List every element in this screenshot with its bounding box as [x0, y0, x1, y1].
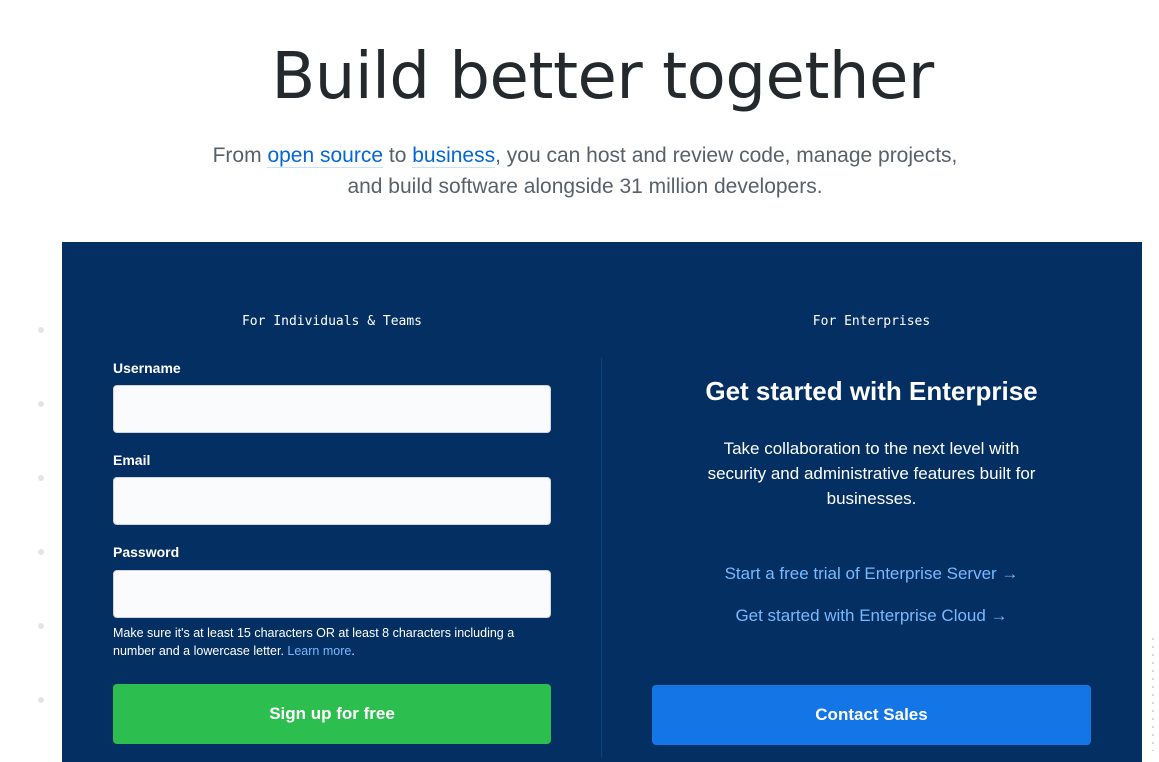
hero-sub-line2: and build software alongside 31 million …	[347, 175, 823, 198]
decorative-dot	[38, 623, 44, 629]
enterprise-server-trial-link[interactable]: Start a free trial of Enterprise Server …	[652, 564, 1091, 584]
hero-sub-from: From	[212, 144, 268, 167]
enterprise-cloud-link[interactable]: Get started with Enterprise Cloud →	[652, 606, 1091, 626]
enterprises-heading: For Enterprises	[812, 314, 931, 329]
username-label: Username	[113, 360, 181, 376]
password-label: Password	[113, 544, 180, 560]
password-hint: Make sure it's at least 15 characters OR…	[113, 624, 533, 660]
signup-panel: For Individuals & Teams For Enterprises …	[62, 242, 1142, 762]
password-hint-end: .	[351, 644, 355, 658]
enterprise-title: Get started with Enterprise	[705, 376, 1038, 406]
contact-sales-button[interactable]: Contact Sales	[652, 685, 1091, 745]
individuals-heading: For Individuals & Teams	[241, 314, 422, 329]
decorative-dot	[38, 697, 44, 703]
hero-title: Build better together	[271, 40, 934, 114]
email-input[interactable]	[113, 477, 551, 525]
decorative-dot	[38, 327, 44, 333]
decorative-dot-pattern	[1150, 635, 1156, 751]
learn-more-link[interactable]: Learn more	[287, 644, 351, 658]
username-input[interactable]	[113, 385, 551, 433]
password-input[interactable]	[113, 570, 551, 618]
hero-subtitle: From open source to business, you can ho…	[185, 140, 985, 202]
open-source-link[interactable]: open source	[267, 144, 384, 168]
enterprise-description: Take collaboration to the next level wit…	[707, 439, 1036, 508]
hero-sub-rest: , you can host and review code, manage p…	[495, 144, 958, 167]
column-divider	[601, 358, 602, 758]
decorative-dot	[38, 401, 44, 407]
business-link[interactable]: business	[412, 144, 496, 168]
decorative-dot	[38, 549, 44, 555]
hero-sub-to: to	[383, 144, 413, 167]
decorative-dot	[38, 475, 44, 481]
signup-button[interactable]: Sign up for free	[113, 684, 551, 744]
email-label: Email	[113, 452, 151, 468]
